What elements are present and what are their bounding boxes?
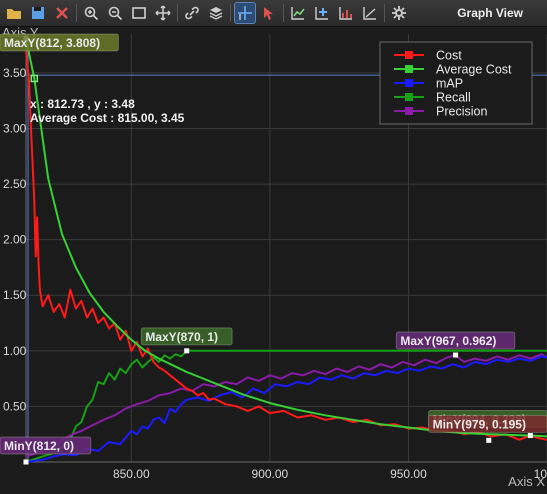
- gear-icon: [392, 6, 406, 20]
- gear-button[interactable]: [389, 3, 409, 23]
- legend-marker: [405, 79, 413, 87]
- chart[interactable]: 0.50 1.00 1.50 2.00 2.50 3.00 3.50 850.00 900.00…: [0, 26, 547, 494]
- annotation-point: [486, 437, 492, 443]
- chart-bar-button[interactable]: [336, 3, 356, 23]
- open-icon: [7, 9, 21, 19]
- pan-button[interactable]: [153, 3, 173, 23]
- save-button[interactable]: [28, 3, 48, 23]
- layers-button[interactable]: [206, 3, 226, 23]
- legend-label: Precision: [436, 105, 487, 119]
- layers-icon: [209, 7, 223, 20]
- annotation-label: MaxY(870, 1): [145, 330, 218, 344]
- annotation-label: MaxY(812, 3.808): [4, 36, 100, 50]
- x-tick-label: 900.00: [252, 467, 289, 481]
- y-tick-label: 2.00: [3, 233, 27, 247]
- y-tick-label: 1.00: [3, 344, 27, 358]
- legend-marker: [405, 65, 413, 73]
- readout-series-value: Average Cost : 815.00, 3.45: [30, 111, 185, 125]
- toolbar-buttons: [0, 2, 409, 24]
- cursor-icon: [264, 7, 273, 20]
- annotation-label: MinY(812, 0): [4, 439, 74, 453]
- chart-trend-button[interactable]: [360, 3, 380, 23]
- legend-marker: [405, 93, 413, 101]
- toolbar-separator: [177, 4, 178, 22]
- annotation-point: [23, 459, 29, 465]
- cursor-button[interactable]: [259, 3, 279, 23]
- legend-marker: [405, 51, 413, 59]
- x-axis-title: Axis X: [508, 474, 545, 489]
- annotation-point: [184, 348, 190, 354]
- zoom-in-button[interactable]: [81, 3, 101, 23]
- chart-bar-icon: [339, 7, 352, 20]
- chart-line-icon: [291, 7, 305, 20]
- y-tick-label: 2.50: [3, 177, 27, 191]
- legend-label: mAP: [436, 77, 463, 91]
- legend-label: Average Cost: [436, 63, 512, 77]
- chart-trend-icon: [363, 7, 376, 20]
- zoom-out-button[interactable]: [105, 3, 125, 23]
- annotation-point: [527, 433, 533, 439]
- annotation-point: [453, 352, 459, 358]
- x-tick-label: 850.00: [113, 467, 150, 481]
- y-tick-label: 3.00: [3, 121, 27, 135]
- clear-icon: [56, 7, 68, 19]
- open-button[interactable]: [4, 3, 24, 23]
- crosshair-button[interactable]: [234, 2, 256, 24]
- y-tick-label: 3.50: [3, 66, 27, 80]
- chart-add-icon: [315, 7, 328, 20]
- toolbar-separator: [76, 4, 77, 22]
- clear-button[interactable]: [52, 3, 72, 23]
- fit-button[interactable]: [129, 3, 149, 23]
- y-tick-label: 0.50: [3, 399, 27, 413]
- chart-line-button[interactable]: [288, 3, 308, 23]
- zoom-out-icon: [108, 6, 123, 21]
- crosshair-icon: [238, 6, 252, 20]
- legend-label: Cost: [436, 49, 462, 63]
- view-title: Graph View: [457, 6, 523, 20]
- toolbar: Graph View: [0, 0, 547, 27]
- save-icon: [32, 7, 44, 19]
- zoom-in-icon: [84, 6, 99, 21]
- chart-add-button[interactable]: [312, 3, 332, 23]
- fit-icon: [132, 7, 146, 19]
- link-button[interactable]: [182, 3, 202, 23]
- y-tick-label: 1.50: [3, 288, 27, 302]
- annotation-label: MinY(979, 0.195): [433, 417, 526, 431]
- legend-label: Recall: [436, 91, 471, 105]
- legend-marker: [405, 107, 413, 115]
- link-icon: [185, 6, 199, 20]
- x-tick-label: 950.00: [390, 467, 427, 481]
- toolbar-separator: [283, 4, 284, 22]
- annotation-label: MaxY(967, 0.962): [400, 334, 496, 348]
- toolbar-separator: [230, 4, 231, 22]
- readout-position: x : 812.73 , y : 3.48: [30, 97, 135, 111]
- pan-icon: [155, 5, 171, 21]
- toolbar-separator: [384, 4, 385, 22]
